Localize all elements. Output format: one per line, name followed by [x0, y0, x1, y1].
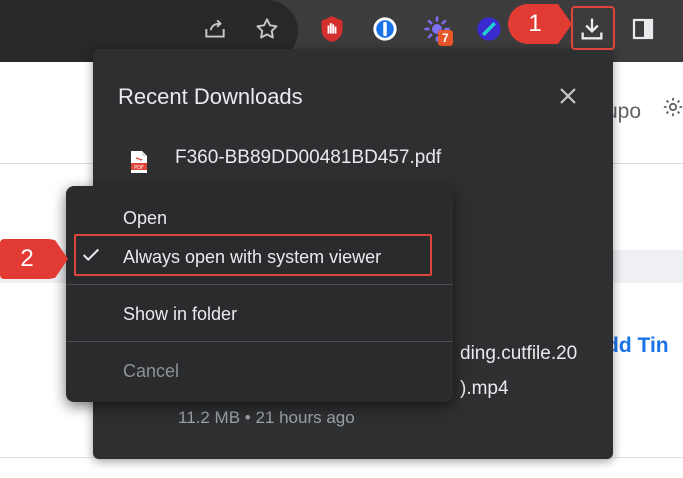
close-icon[interactable]: [556, 84, 580, 108]
background-link[interactable]: dd Tin: [606, 334, 669, 358]
share-icon[interactable]: [200, 14, 230, 44]
download-file-meta: 11.2 MB • 21 hours ago: [178, 408, 355, 427]
menu-separator: [66, 284, 453, 285]
onepassword-icon[interactable]: [370, 14, 400, 44]
download-file-name-2[interactable]: ding.cutfile.20: [460, 343, 577, 365]
page-footer-area: [0, 457, 683, 478]
svg-text:PDF: PDF: [134, 165, 144, 171]
extension-badge: 7: [438, 30, 453, 46]
menu-item-cancel: Cancel: [123, 361, 180, 381]
pdf-icon: PDF: [130, 150, 148, 179]
download-file-name[interactable]: F360-BB89DD00481BD457.pdf: [175, 147, 441, 169]
download-file-name-2-end[interactable]: ).mp4: [460, 378, 509, 400]
menu-item-open[interactable]: Open: [123, 208, 167, 229]
ublock-icon[interactable]: [317, 14, 347, 44]
menu-item-show-in-folder[interactable]: Show in folder: [123, 304, 237, 325]
gear-icon[interactable]: [662, 96, 683, 123]
highlight-box-downloads: [571, 6, 615, 50]
menu-separator: [66, 341, 453, 342]
step-badge-2: 2: [0, 239, 68, 279]
downloads-title: Recent Downloads: [118, 84, 303, 109]
side-panel-icon[interactable]: [628, 14, 658, 44]
highlight-box-always-open: [74, 234, 432, 276]
star-icon[interactable]: [252, 14, 282, 44]
extension-icon-2[interactable]: [474, 14, 504, 44]
extension-icon[interactable]: 7: [422, 14, 453, 46]
